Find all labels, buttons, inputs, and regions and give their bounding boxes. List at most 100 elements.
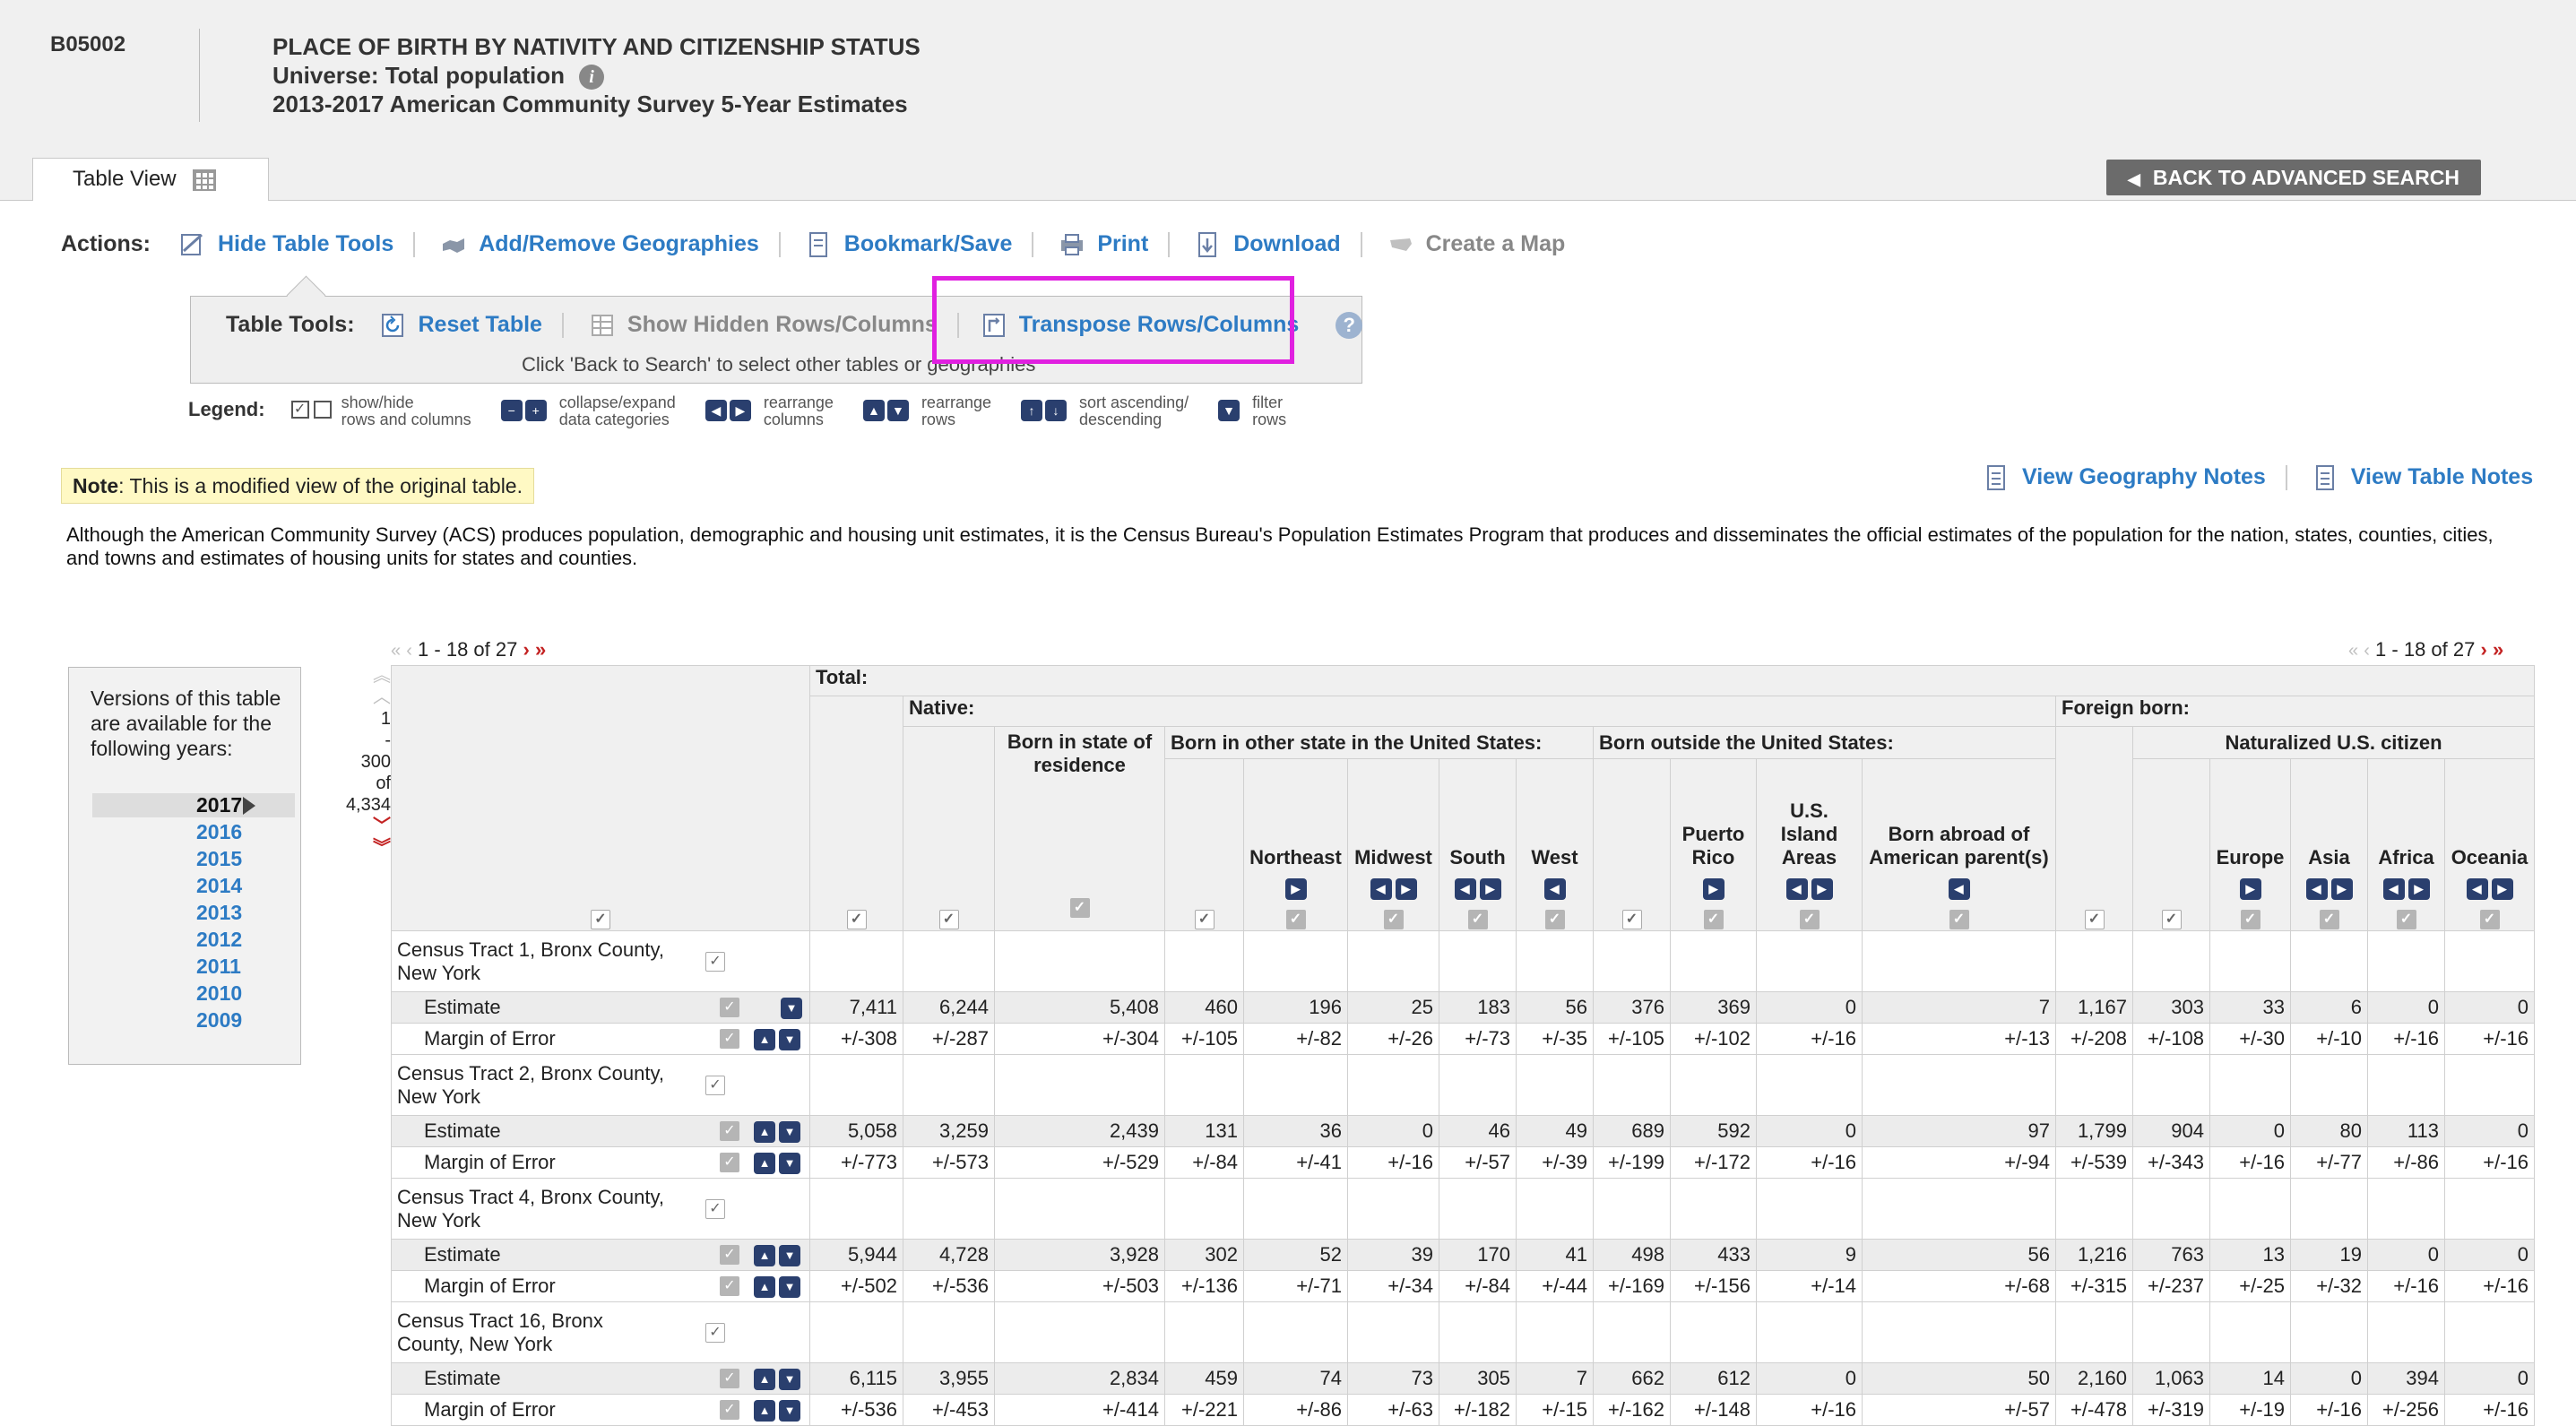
column-checkbox[interactable]: ✓ — [2240, 910, 2260, 930]
move-down-icon[interactable]: ▼ — [779, 1276, 800, 1299]
column-checkbox[interactable]: ✓ — [938, 910, 959, 930]
back-to-advanced-search-button[interactable]: ◀ BACK TO ADVANCED SEARCH — [2106, 160, 2481, 195]
column-checkbox[interactable]: ✓ — [1621, 910, 1642, 930]
year-2015[interactable]: 2015 — [92, 847, 295, 871]
select-all-checkbox[interactable]: ✓ — [591, 910, 610, 930]
tab-table-view[interactable]: Table View — [32, 158, 269, 201]
row-checkbox[interactable]: ✓ — [720, 1121, 739, 1141]
first-page-icon[interactable]: « — [2348, 641, 2358, 661]
row-checkbox[interactable]: ✓ — [705, 1198, 725, 1219]
first-page-icon[interactable]: « — [391, 641, 401, 661]
column-checkbox[interactable]: ✓ — [2084, 910, 2105, 930]
move-right-icon[interactable]: ▶ — [1811, 878, 1833, 900]
move-down-icon[interactable]: ▼ — [779, 1400, 800, 1422]
prev-rows-icon[interactable]: ︿ — [328, 687, 391, 708]
column-checkbox[interactable]: ✓ — [1285, 910, 1306, 930]
move-left-icon[interactable]: ◀ — [2382, 878, 2405, 900]
row-checkbox[interactable]: ✓ — [720, 1029, 739, 1049]
row-checkbox[interactable]: ✓ — [720, 1400, 739, 1420]
column-checkbox[interactable]: ✓ — [1383, 910, 1404, 930]
move-up-icon[interactable]: ▲ — [754, 1245, 775, 1267]
year-2010[interactable]: 2010 — [92, 981, 295, 1006]
row-checkbox[interactable]: ✓ — [705, 951, 725, 972]
row-checkbox[interactable]: ✓ — [705, 1322, 725, 1343]
next-rows-icon[interactable]: ﹀ — [328, 816, 391, 837]
move-down-icon[interactable]: ▼ — [779, 1369, 800, 1391]
move-down-icon[interactable]: ▼ — [779, 1245, 800, 1267]
hide-table-tools-link[interactable]: Hide Table Tools — [180, 231, 393, 258]
move-right-icon[interactable]: ▶ — [1479, 878, 1501, 900]
add-remove-geographies-link[interactable]: Add/Remove Geographies — [441, 231, 759, 258]
move-right-icon[interactable]: ▶ — [2407, 878, 2430, 900]
move-right-icon[interactable]: ▶ — [1284, 878, 1307, 900]
move-left-icon[interactable]: ◀ — [1370, 878, 1392, 900]
row-checkbox[interactable]: ✓ — [720, 998, 739, 1017]
last-page-icon[interactable]: » — [535, 638, 546, 661]
year-2013[interactable]: 2013 — [92, 901, 295, 925]
move-right-icon[interactable]: ▶ — [2491, 878, 2513, 900]
row-checkbox[interactable]: ✓ — [720, 1276, 739, 1296]
last-rows-icon[interactable]: ︾ — [328, 837, 391, 859]
row-checkbox[interactable]: ✓ — [720, 1153, 739, 1172]
first-rows-icon[interactable]: ︽ — [328, 665, 391, 687]
row-label: Margin of Error — [424, 1398, 556, 1421]
year-2016[interactable]: 2016 — [92, 820, 295, 844]
move-right-icon[interactable]: ▶ — [1702, 878, 1725, 900]
move-right-icon[interactable]: ▶ — [2330, 878, 2353, 900]
column-checkbox[interactable]: ✓ — [2479, 910, 2500, 930]
year-2017[interactable]: 2017 — [92, 793, 295, 817]
row-checkbox[interactable]: ✓ — [720, 1245, 739, 1265]
move-up-icon[interactable]: ▲ — [754, 1121, 775, 1144]
column-checkbox[interactable]: ✓ — [1949, 910, 1969, 930]
column-checkbox[interactable]: ✓ — [1703, 910, 1724, 930]
year-2012[interactable]: 2012 — [92, 928, 295, 952]
create-a-map-link[interactable]: Create a Map — [1388, 231, 1565, 258]
prev-page-icon[interactable]: ‹ — [406, 641, 412, 661]
download-link[interactable]: Download — [1196, 231, 1341, 258]
column-checkbox[interactable]: ✓ — [1467, 910, 1488, 930]
next-page-icon[interactable]: › — [2480, 638, 2486, 661]
column-checkbox[interactable]: ✓ — [846, 910, 867, 930]
move-left-icon[interactable]: ◀ — [2305, 878, 2328, 900]
bookmark-save-link[interactable]: Bookmark/Save — [807, 231, 1012, 258]
year-2011[interactable]: 2011 — [92, 955, 295, 979]
view-geography-notes-link[interactable]: View Geography Notes — [1984, 464, 2266, 491]
year-2014[interactable]: 2014 — [92, 874, 295, 898]
move-left-icon[interactable]: ◀ — [1785, 878, 1808, 900]
move-right-icon[interactable]: ▶ — [2239, 878, 2261, 900]
move-left-icon[interactable]: ◀ — [2466, 878, 2488, 900]
move-down-icon[interactable]: ▼ — [779, 1121, 800, 1144]
column-checkbox[interactable]: ✓ — [1069, 898, 1090, 919]
move-down-icon[interactable]: ▼ — [779, 1029, 800, 1051]
move-left-icon[interactable]: ◀ — [1454, 878, 1476, 900]
move-right-icon[interactable]: ▶ — [1395, 878, 1417, 900]
last-page-icon[interactable]: » — [2493, 638, 2503, 661]
move-left-icon[interactable]: ◀ — [1543, 878, 1566, 900]
print-link[interactable]: Print — [1059, 231, 1148, 258]
estimate-value: 303 — [2132, 991, 2210, 1024]
help-icon[interactable]: ? — [1336, 312, 1363, 340]
info-icon[interactable]: i — [578, 65, 604, 91]
prev-page-icon[interactable]: ‹ — [2364, 641, 2370, 661]
move-up-icon[interactable]: ▲ — [754, 1369, 775, 1391]
move-left-icon[interactable]: ◀ — [1948, 878, 1970, 900]
year-2009[interactable]: 2009 — [92, 1008, 295, 1033]
move-down-icon[interactable]: ▼ — [781, 998, 802, 1020]
row-checkbox[interactable]: ✓ — [705, 1075, 725, 1095]
move-up-icon[interactable]: ▲ — [754, 1276, 775, 1299]
move-up-icon[interactable]: ▲ — [754, 1153, 775, 1175]
row-checkbox[interactable]: ✓ — [720, 1369, 739, 1388]
column-checkbox[interactable]: ✓ — [1799, 910, 1820, 930]
show-hidden-rows-columns-link[interactable]: Show Hidden Rows/Columns — [590, 312, 938, 339]
column-checkbox[interactable]: ✓ — [2319, 910, 2339, 930]
move-up-icon[interactable]: ▲ — [754, 1029, 775, 1051]
reset-table-link[interactable]: Reset Table — [380, 312, 542, 339]
column-checkbox[interactable]: ✓ — [2161, 910, 2182, 930]
move-up-icon[interactable]: ▲ — [754, 1400, 775, 1422]
next-page-icon[interactable]: › — [523, 638, 529, 661]
view-table-notes-link[interactable]: View Table Notes — [2313, 464, 2533, 491]
column-checkbox[interactable]: ✓ — [2396, 910, 2416, 930]
column-checkbox[interactable]: ✓ — [1544, 910, 1565, 930]
column-checkbox[interactable]: ✓ — [1194, 910, 1215, 930]
move-down-icon[interactable]: ▼ — [779, 1153, 800, 1175]
